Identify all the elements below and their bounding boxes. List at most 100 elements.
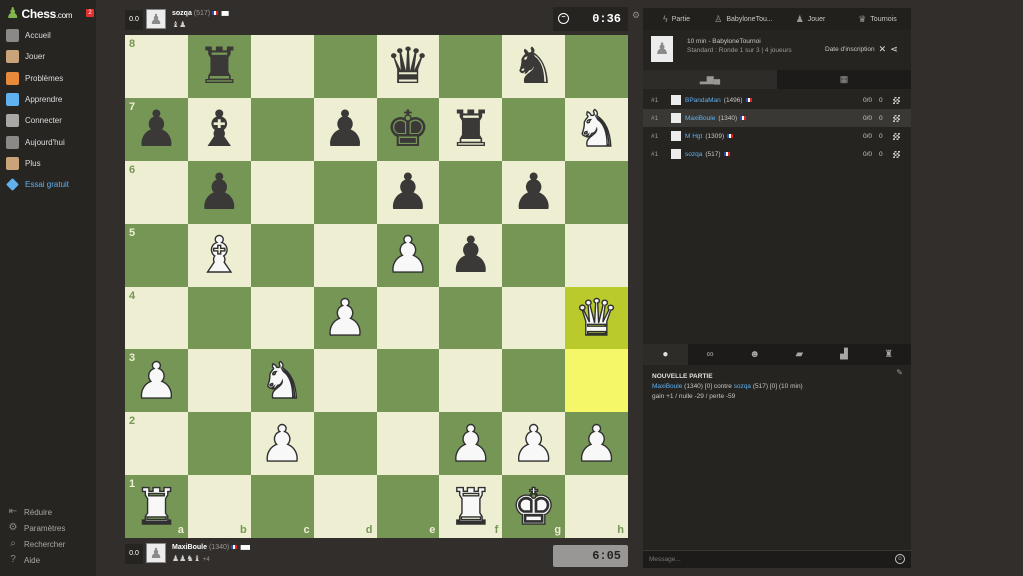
- square-c6[interactable]: [250, 160, 314, 224]
- white-pawn-icon[interactable]: ♟: [385, 229, 431, 280]
- square-b8[interactable]: ♜: [187, 35, 251, 98]
- white-pawn-icon[interactable]: ♟: [573, 418, 619, 469]
- square-b3[interactable]: [187, 349, 251, 413]
- square-c5[interactable]: [250, 223, 314, 287]
- square-c1[interactable]: c: [250, 475, 314, 538]
- white-pawn-icon[interactable]: ♟: [133, 355, 179, 406]
- black-pawn-icon[interactable]: ♟: [134, 104, 179, 154]
- board-icon[interactable]: [893, 114, 900, 122]
- avatar[interactable]: ♟: [146, 9, 166, 29]
- square-e6[interactable]: ♟: [376, 160, 440, 224]
- square-g2[interactable]: ♟: [502, 412, 566, 476]
- share-icon[interactable]: ⋖: [890, 44, 898, 55]
- black-player-link[interactable]: sozqa: [734, 383, 751, 390]
- square-b7[interactable]: ♝: [187, 97, 251, 161]
- square-f3[interactable]: [439, 349, 503, 413]
- tab-tournament[interactable]: ♙ BabyloneTou...: [710, 8, 777, 30]
- settings-button[interactable]: ⚙ Paramètres: [8, 521, 66, 535]
- white-knight-icon[interactable]: ♞: [573, 104, 619, 155]
- black-pawn-icon[interactable]: ♟: [197, 167, 242, 217]
- white-king-icon[interactable]: ♚: [511, 481, 557, 532]
- white-pawn-icon[interactable]: ♟: [511, 418, 557, 469]
- square-a6[interactable]: 6: [125, 160, 188, 224]
- black-pawn-icon[interactable]: ♟: [386, 167, 431, 217]
- square-g3[interactable]: [502, 349, 566, 413]
- square-f2[interactable]: ♟: [439, 412, 503, 476]
- chat-input[interactable]: Message... ☺: [643, 550, 911, 568]
- square-g1[interactable]: ♚ g: [502, 475, 566, 538]
- square-a8[interactable]: 8: [125, 35, 188, 98]
- sidebar-item-puzzles[interactable]: Problèmes: [6, 70, 63, 86]
- sidebar-item-connect[interactable]: Connecter: [6, 112, 62, 128]
- white-pawn-icon[interactable]: ♟: [259, 418, 305, 469]
- square-d2[interactable]: [313, 412, 377, 476]
- tab-spectate[interactable]: ∞: [688, 344, 733, 365]
- square-h2[interactable]: ♟: [565, 412, 628, 476]
- sidebar-item-more[interactable]: Plus: [6, 155, 41, 171]
- chess-logo[interactable]: ♟ Chess.com: [6, 6, 72, 22]
- help-button[interactable]: ? Aide: [8, 553, 40, 567]
- collapse-button[interactable]: ⇤ Réduire: [8, 505, 52, 519]
- sidebar-item-learn[interactable]: Apprendre: [6, 91, 62, 107]
- black-pawn-icon[interactable]: ♟: [448, 230, 493, 280]
- player-name[interactable]: M Hgt: [685, 133, 702, 140]
- chat-settings-icon[interactable]: ✎: [896, 368, 903, 377]
- tab-games[interactable]: ▦: [777, 70, 911, 89]
- square-e2[interactable]: [376, 412, 440, 476]
- board-icon[interactable]: [893, 96, 900, 104]
- square-b4[interactable]: [187, 286, 251, 350]
- player-name[interactable]: sozqa: [685, 151, 702, 158]
- square-h5[interactable]: [565, 223, 628, 287]
- sidebar-item-today[interactable]: Aujourd'hui: [6, 134, 65, 150]
- search-button[interactable]: ⌕ Rechercher: [8, 537, 65, 551]
- square-d5[interactable]: [313, 223, 377, 287]
- tab-tournaments[interactable]: ♛ Tournois: [844, 8, 911, 30]
- white-rook-icon[interactable]: ♜: [448, 481, 494, 532]
- square-e4[interactable]: [376, 286, 440, 350]
- white-knight-icon[interactable]: ♞: [259, 355, 305, 406]
- square-h3[interactable]: [565, 349, 628, 413]
- square-g4[interactable]: [502, 286, 566, 350]
- square-f6[interactable]: [439, 160, 503, 224]
- sidebar-item-home[interactable]: Accueil: [6, 27, 51, 43]
- board-icon[interactable]: [893, 150, 900, 158]
- black-pawn-icon[interactable]: ♟: [511, 167, 556, 217]
- square-e3[interactable]: [376, 349, 440, 413]
- square-g5[interactable]: [502, 223, 566, 287]
- black-pawn-icon[interactable]: ♟: [323, 104, 368, 154]
- player-name[interactable]: sozqa: [172, 10, 192, 17]
- square-a2[interactable]: 2: [125, 412, 188, 476]
- avatar[interactable]: ♟: [146, 543, 166, 563]
- square-c8[interactable]: [250, 35, 314, 98]
- emoji-icon[interactable]: ☺: [895, 554, 905, 564]
- square-d8[interactable]: [313, 35, 377, 98]
- standings-row[interactable]: #1 BPandaMan (1496) 0/0 0: [643, 91, 911, 109]
- tab-leaderboard[interactable]: ▟: [822, 344, 867, 365]
- square-f7[interactable]: ♜: [439, 97, 503, 161]
- black-rook-icon[interactable]: ♜: [197, 41, 242, 91]
- player-name[interactable]: MaxiBoule: [685, 115, 715, 122]
- black-queen-icon[interactable]: ♛: [386, 41, 431, 91]
- sidebar-item-free-trial[interactable]: Essai gratuit: [6, 176, 69, 192]
- white-pawn-icon[interactable]: ♟: [448, 418, 494, 469]
- square-a1[interactable]: ♜ 1 a: [125, 475, 188, 538]
- player-name[interactable]: BPandaMan: [685, 97, 721, 104]
- square-h8[interactable]: [565, 35, 628, 98]
- square-f8[interactable]: [439, 35, 503, 98]
- square-d3[interactable]: [313, 349, 377, 413]
- standings-row[interactable]: #1 MaxiBoule (1340) 0/0 0: [643, 109, 911, 127]
- tab-play[interactable]: ♟ Jouer: [777, 8, 844, 30]
- square-b5[interactable]: ♝: [187, 223, 251, 287]
- tab-standings[interactable]: ▂▆▄: [643, 70, 777, 89]
- black-rook-icon[interactable]: ♜: [448, 104, 493, 154]
- black-king-icon[interactable]: ♚: [386, 104, 431, 154]
- square-h6[interactable]: [565, 160, 628, 224]
- board-settings-icon[interactable]: ⚙: [632, 10, 640, 21]
- square-f5[interactable]: ♟: [439, 223, 503, 287]
- tab-messages[interactable]: ▰: [777, 344, 822, 365]
- tab-friends[interactable]: ☻: [732, 344, 777, 365]
- square-g6[interactable]: ♟: [502, 160, 566, 224]
- square-d4[interactable]: ♟: [313, 286, 377, 350]
- square-c4[interactable]: [250, 286, 314, 350]
- square-e8[interactable]: ♛: [376, 35, 440, 98]
